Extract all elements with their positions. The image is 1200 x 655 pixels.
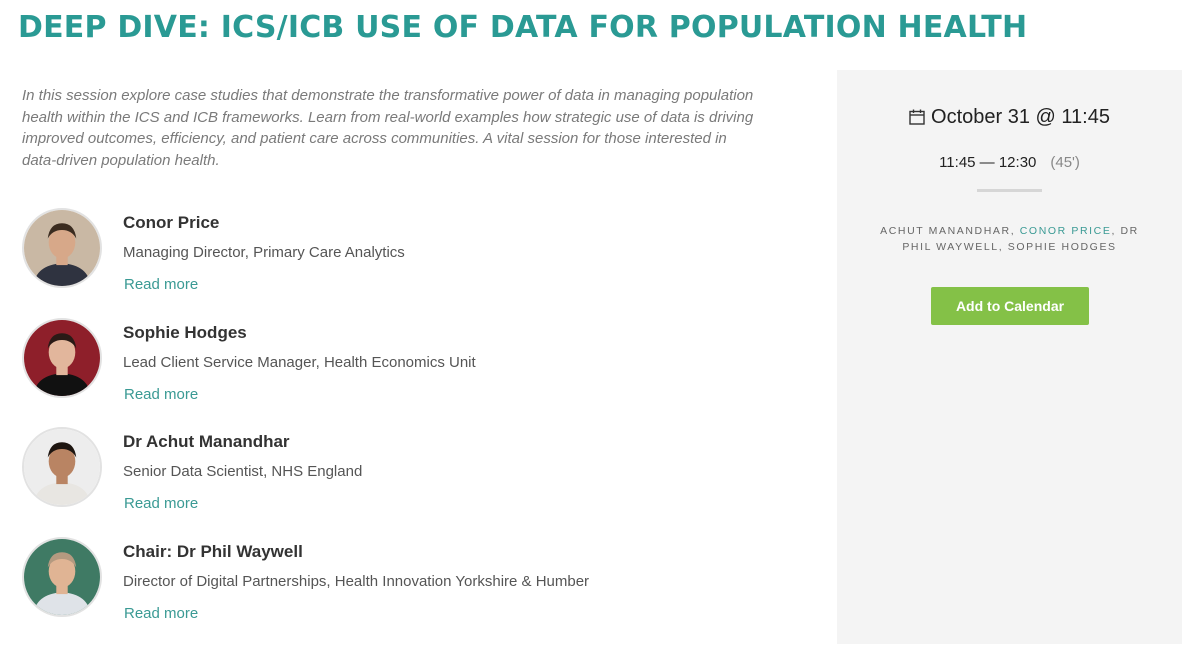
page: DEEP DIVE: ICS/ICB USE OF DATA FOR POPUL… <box>0 0 1200 655</box>
speaker-avatar[interactable] <box>22 317 102 398</box>
read-more-link[interactable]: Read more <box>124 386 198 403</box>
calendar-icon <box>909 108 925 131</box>
speaker-list: Conor Price Managing Director, Primary C… <box>20 206 780 644</box>
speaker-item: Chair: Dr Phil Waywell Director of Digit… <box>20 535 780 645</box>
divider <box>977 189 1042 192</box>
speaker-names-list: Achut Manandhar, Conor Price, Dr Phil Wa… <box>867 223 1152 255</box>
session-description: In this session explore case studies tha… <box>22 87 754 169</box>
event-date: October 31 @ 11:45 <box>837 106 1182 131</box>
speaker-name: Sophie Hodges <box>123 322 247 342</box>
speaker-item: Conor Price Managing Director, Primary C… <box>20 206 780 316</box>
speaker-item: Sophie Hodges Lead Client Service Manage… <box>20 316 780 426</box>
speaker-name: Chair: Dr Phil Waywell <box>123 541 303 561</box>
event-details-sidebar: October 31 @ 11:45 11:45 — 12:30 (45') Ac… <box>837 70 1182 644</box>
speaker-avatar[interactable] <box>22 536 102 617</box>
read-more-link[interactable]: Read more <box>124 495 198 512</box>
add-to-calendar-button[interactable]: Add to Calendar <box>931 287 1089 325</box>
avatar-illustration <box>24 319 100 396</box>
page-title: DEEP DIVE: ICS/ICB USE OF DATA FOR POPUL… <box>18 10 1028 45</box>
speaker-role: Director of Digital Partnerships, Health… <box>123 572 590 590</box>
speaker-avatar[interactable] <box>22 208 102 288</box>
avatar-illustration <box>24 429 100 505</box>
speaker-name: Conor Price <box>123 213 220 232</box>
avatar-illustration <box>24 210 100 286</box>
event-time-range: 11:45 — 12:30 <box>939 154 1037 171</box>
event-time: 11:45 — 12:30 (45') <box>837 154 1182 171</box>
read-more-link[interactable]: Read more <box>124 605 198 622</box>
speaker-name-link[interactable]: Conor Price <box>1020 225 1112 237</box>
avatar-illustration <box>24 538 100 615</box>
speaker-role: Senior Data Scientist, NHS England <box>123 463 363 480</box>
event-duration: (45') <box>1050 154 1080 171</box>
speaker-avatar[interactable] <box>22 427 102 507</box>
speaker-name: Dr Achut Manandhar <box>123 432 290 451</box>
speaker-role: Managing Director, Primary Care Analytic… <box>123 244 405 261</box>
speaker-role: Lead Client Service Manager, Health Econ… <box>123 353 476 371</box>
event-date-text: October 31 @ 11:45 <box>931 106 1110 128</box>
read-more-link[interactable]: Read more <box>124 276 198 293</box>
speaker-item: Dr Achut Manandhar Senior Data Scientist… <box>20 425 780 535</box>
speaker-names-text: Achut Manandhar, <box>880 225 1020 237</box>
